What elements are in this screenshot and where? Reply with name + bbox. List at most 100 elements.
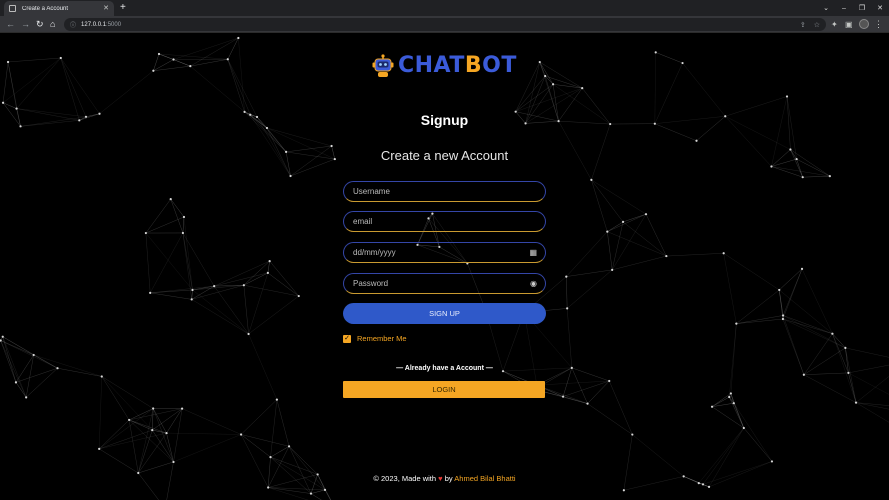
username-input[interactable] [353,187,523,196]
network-node [297,294,300,298]
calendar-icon[interactable]: ▦ [529,248,537,258]
network-node [844,346,847,349]
network-line [190,65,245,113]
network-node [247,332,250,336]
network-line [60,57,80,121]
site-info-icon[interactable]: ⓘ [70,20,76,29]
network-line [99,419,130,450]
password-field[interactable]: ◉ [343,273,546,294]
network-line [182,216,185,233]
address-bar[interactable]: ⓘ 127.0.0.1 :5000 ⇪ ☆ [64,18,826,31]
network-node [544,74,547,78]
tab-search-icon[interactable]: ⌄ [817,4,835,12]
email-input[interactable] [353,217,523,226]
login-button[interactable]: LOGIN [343,381,545,398]
profile-avatar[interactable] [859,19,869,29]
network-line [310,489,326,494]
network-line [138,430,153,474]
network-node [213,285,216,288]
username-field[interactable] [343,181,546,202]
network-node [237,36,240,40]
network-node [59,56,62,60]
eye-icon[interactable]: ◉ [530,279,537,289]
network-node [25,396,28,399]
network-node [631,433,634,436]
network-node [695,139,698,142]
network-line [743,427,773,462]
network-line [855,402,889,410]
network-node [242,284,245,287]
remember-checkbox[interactable]: ✓ [343,334,351,343]
forward-icon[interactable]: → [21,18,30,31]
remember-me[interactable]: ✓ Remember Me [343,334,407,343]
new-tab-button[interactable]: + [120,2,126,14]
network-line [138,461,174,474]
home-icon[interactable]: ⌂ [50,18,55,31]
network-node [742,426,745,430]
network-line [192,289,249,335]
share-icon[interactable]: ⇪ [800,21,806,29]
network-node [144,231,147,235]
network-line [736,289,780,324]
bookmark-star-icon[interactable]: ☆ [814,21,820,29]
network-line [310,493,322,500]
network-line [8,57,61,63]
particle-network-background [0,36,889,500]
date-input[interactable] [353,248,523,257]
network-node [165,431,168,435]
author-link[interactable]: Ahmed Bilal Bhatti [454,474,515,483]
back-icon[interactable]: ← [6,18,15,31]
browser-tab-strip: Create a Account ✕ + ⌄ – ❐ ✕ [0,0,889,16]
network-node [781,317,785,321]
network-line [611,221,624,270]
network-line [267,261,270,273]
network-line [191,299,249,335]
network-line [60,57,87,117]
network-node [172,460,175,464]
network-line [622,213,647,223]
email-field[interactable] [343,211,546,232]
restore-button[interactable]: ❐ [853,4,871,12]
close-window-button[interactable]: ✕ [871,4,889,12]
network-line [99,70,154,114]
network-line [270,399,278,458]
footer: © 2023, Made with ♥ by Ahmed Bilal Bhatt… [0,474,889,483]
date-field[interactable]: ▦ [343,242,546,263]
network-node [157,52,161,56]
network-line [243,260,270,286]
network-line [611,214,647,271]
network-node [778,288,781,292]
network-line [16,57,61,109]
extensions-icon[interactable]: ✦ [831,19,838,30]
network-line [166,433,174,463]
network-node [182,215,186,219]
network-node [729,392,732,395]
browser-menu-icon[interactable]: ⋮ [874,18,883,30]
network-line [170,198,185,218]
side-panel-icon[interactable]: ▣ [845,19,853,30]
network-line [607,213,647,232]
tab-close-icon[interactable]: ✕ [103,5,109,12]
url-port: :5000 [106,21,122,28]
network-node [606,230,609,233]
network-line [733,403,745,429]
network-line [60,57,100,114]
network-node [611,268,614,271]
network-node [152,407,155,410]
footer-copyright: © 2023, Made with [373,474,437,483]
minimize-button[interactable]: – [835,5,853,12]
network-node [590,178,593,181]
browser-tab[interactable]: Create a Account ✕ [4,1,114,16]
network-node [275,398,278,401]
network-node [267,486,270,489]
signup-button[interactable]: SIGN UP [343,303,546,324]
network-node [566,307,569,310]
network-node [149,291,152,294]
password-input[interactable] [353,279,523,288]
reload-icon[interactable]: ↻ [36,18,44,31]
network-line [782,318,833,334]
already-have-account-text: — Already have a Account — [396,365,493,372]
network-node [854,401,858,404]
network-line [99,432,167,450]
network-node [707,485,711,488]
